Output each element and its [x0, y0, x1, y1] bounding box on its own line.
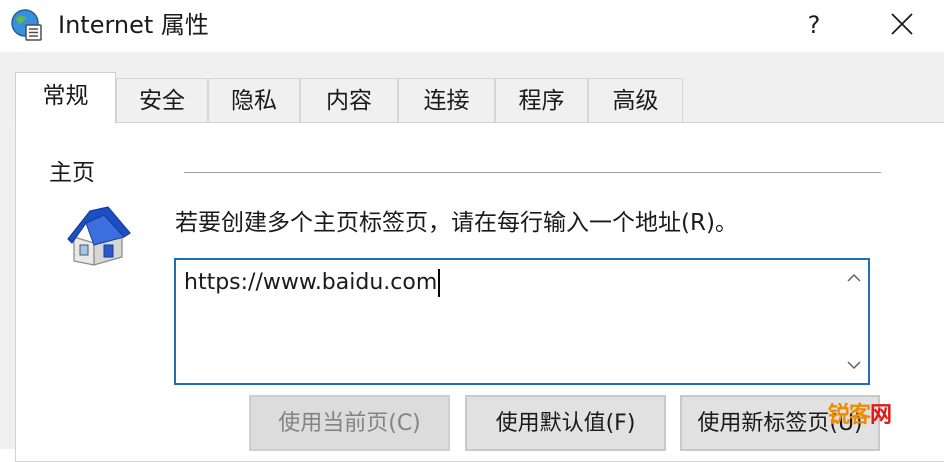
textarea-scrollbar[interactable] [840, 260, 868, 383]
use-default-button[interactable]: 使用默认值(F) [465, 395, 666, 451]
use-current-button[interactable]: 使用当前页(C) [249, 395, 450, 451]
tab-general[interactable]: 常规 [15, 72, 116, 124]
homepage-url-value: https://www.baidu.com [184, 270, 438, 295]
homepage-group-title: 主页 [49, 160, 95, 186]
title-bar: Internet 属性 ? [0, 0, 944, 52]
help-button[interactable]: ? [796, 8, 832, 42]
homepage-urls-textarea[interactable]: https://www.baidu.com [174, 258, 870, 385]
close-button[interactable] [884, 8, 920, 42]
tab-programs[interactable]: 程序 [495, 78, 588, 122]
site-watermark: 锐客网 [828, 403, 892, 428]
tab-connections[interactable]: 连接 [398, 78, 495, 122]
tab-advanced[interactable]: 高级 [588, 78, 683, 122]
text-caret [438, 269, 441, 297]
tab-security[interactable]: 安全 [116, 78, 208, 122]
group-divider [184, 172, 881, 173]
scroll-up-icon[interactable] [844, 268, 864, 288]
home-icon [64, 203, 136, 267]
scroll-down-icon[interactable] [844, 355, 864, 375]
tab-content[interactable]: 内容 [300, 78, 398, 122]
tab-privacy[interactable]: 隐私 [208, 78, 300, 122]
internet-options-icon [10, 8, 44, 42]
window-title: Internet 属性 [58, 11, 209, 39]
close-icon [891, 13, 913, 35]
homepage-instructions: 若要创建多个主页标签页，请在每行输入一个地址(R)。 [175, 210, 738, 236]
